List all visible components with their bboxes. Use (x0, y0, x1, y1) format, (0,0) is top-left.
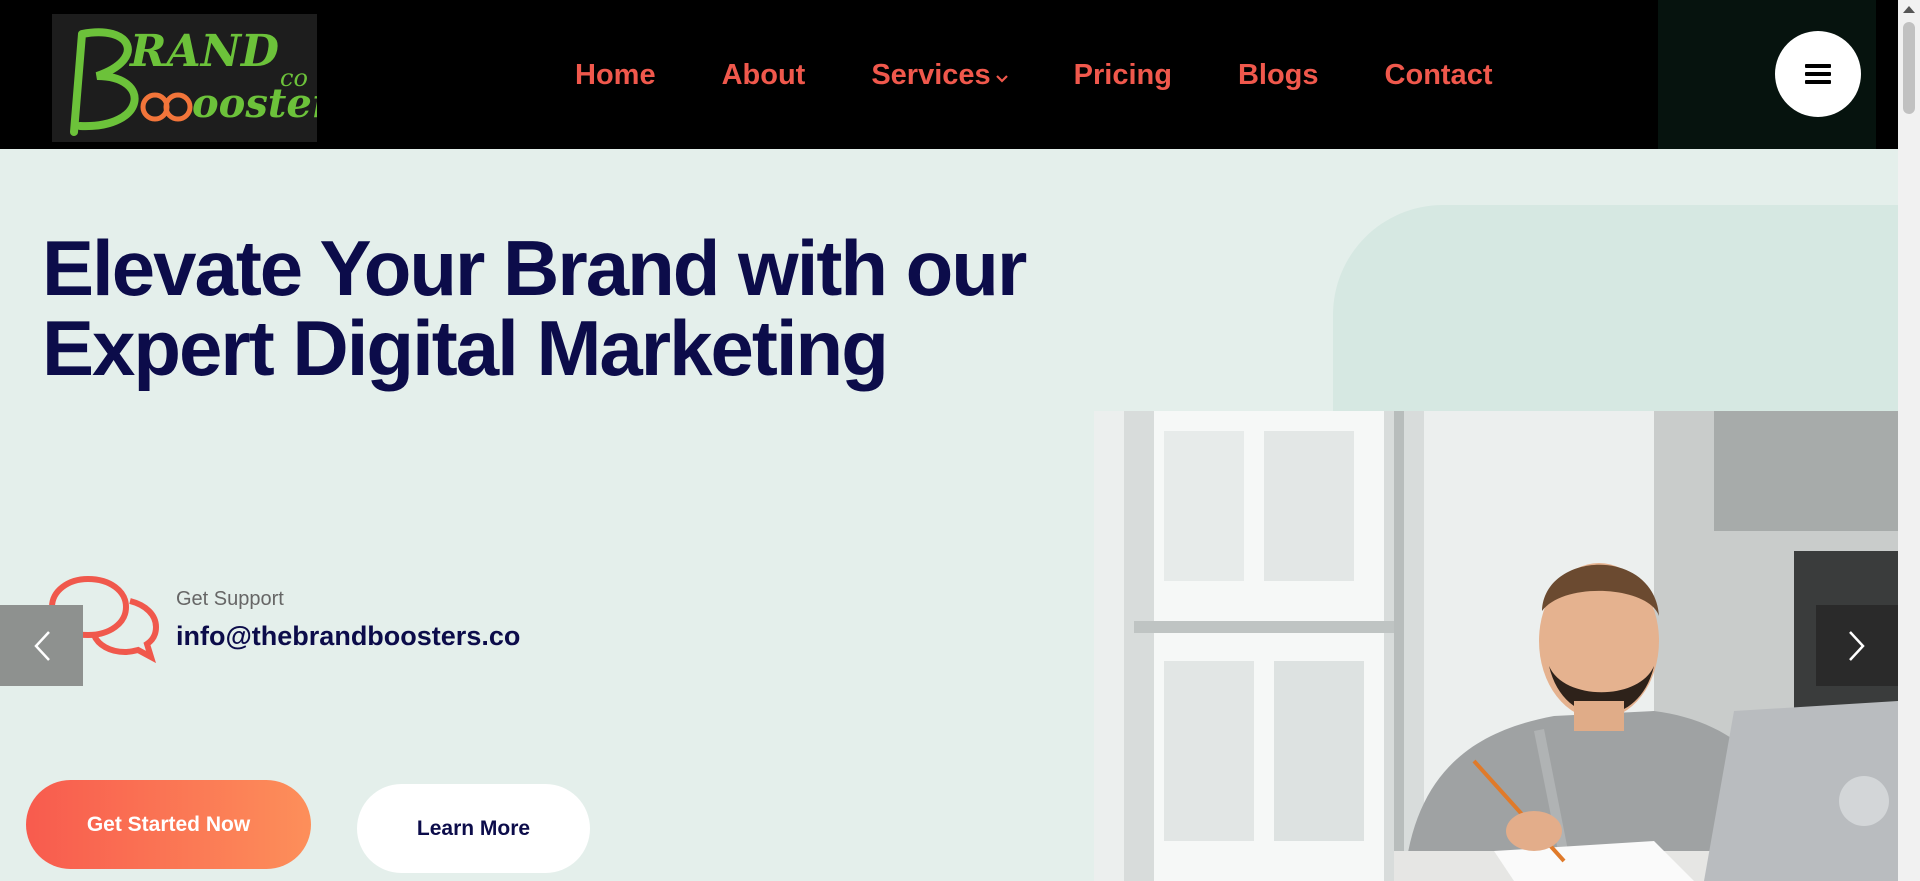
nav-contact-label: Contact (1384, 58, 1493, 91)
man-writing-photo (1094, 411, 1898, 881)
slider-prev-button[interactable] (0, 605, 83, 686)
support-email[interactable]: info@thebrandboosters.co (176, 621, 520, 652)
nav-home[interactable]: Home (575, 59, 656, 92)
support-label: Get Support (176, 588, 284, 610)
nav-about-label: About (721, 58, 806, 91)
hero-title-line1: Elevate Your Brand with our (42, 224, 1027, 312)
scroll-thumb[interactable] (1903, 22, 1915, 114)
chevron-right-icon (1849, 630, 1865, 661)
nav-pricing-label: Pricing (1073, 58, 1172, 91)
learn-more-button[interactable]: Learn More (357, 784, 590, 873)
nav-services-label: Services (871, 58, 991, 91)
page-scrollbar[interactable] (1898, 0, 1920, 881)
nav-services[interactable]: Services (871, 58, 1008, 92)
scroll-up-arrow-icon[interactable] (1903, 6, 1915, 13)
brand-logo[interactable]: RAND oosters co (52, 14, 317, 142)
brand-logo-image: RAND oosters co (70, 26, 317, 136)
chevron-down-icon (995, 75, 1008, 83)
chevron-left-icon (33, 630, 50, 661)
main-nav: Home About Services Pricing Blogs Contac… (575, 55, 1492, 95)
nav-contact[interactable]: Contact (1385, 59, 1493, 92)
decorative-shape (1333, 205, 1898, 445)
nav-blogs[interactable]: Blogs (1238, 59, 1319, 92)
hero-title: Elevate Your Brand with our Expert Digit… (42, 228, 1042, 388)
nav-pricing[interactable]: Pricing (1074, 59, 1172, 92)
nav-home-label: Home (575, 58, 656, 91)
hero-photo (1094, 411, 1898, 881)
site-header: RAND oosters co Home About Services Pric… (0, 0, 1898, 149)
slider-next-button[interactable] (1816, 605, 1898, 686)
hero-title-line2: Expert Digital Marketing (42, 304, 889, 392)
get-started-button[interactable]: Get Started Now (26, 780, 311, 869)
svg-text:co: co (280, 64, 308, 92)
hamburger-icon (1805, 64, 1831, 84)
nav-blogs-label: Blogs (1237, 58, 1319, 91)
menu-button[interactable] (1775, 31, 1861, 117)
svg-text:RAND: RAND (128, 26, 279, 77)
nav-about[interactable]: About (722, 59, 806, 92)
